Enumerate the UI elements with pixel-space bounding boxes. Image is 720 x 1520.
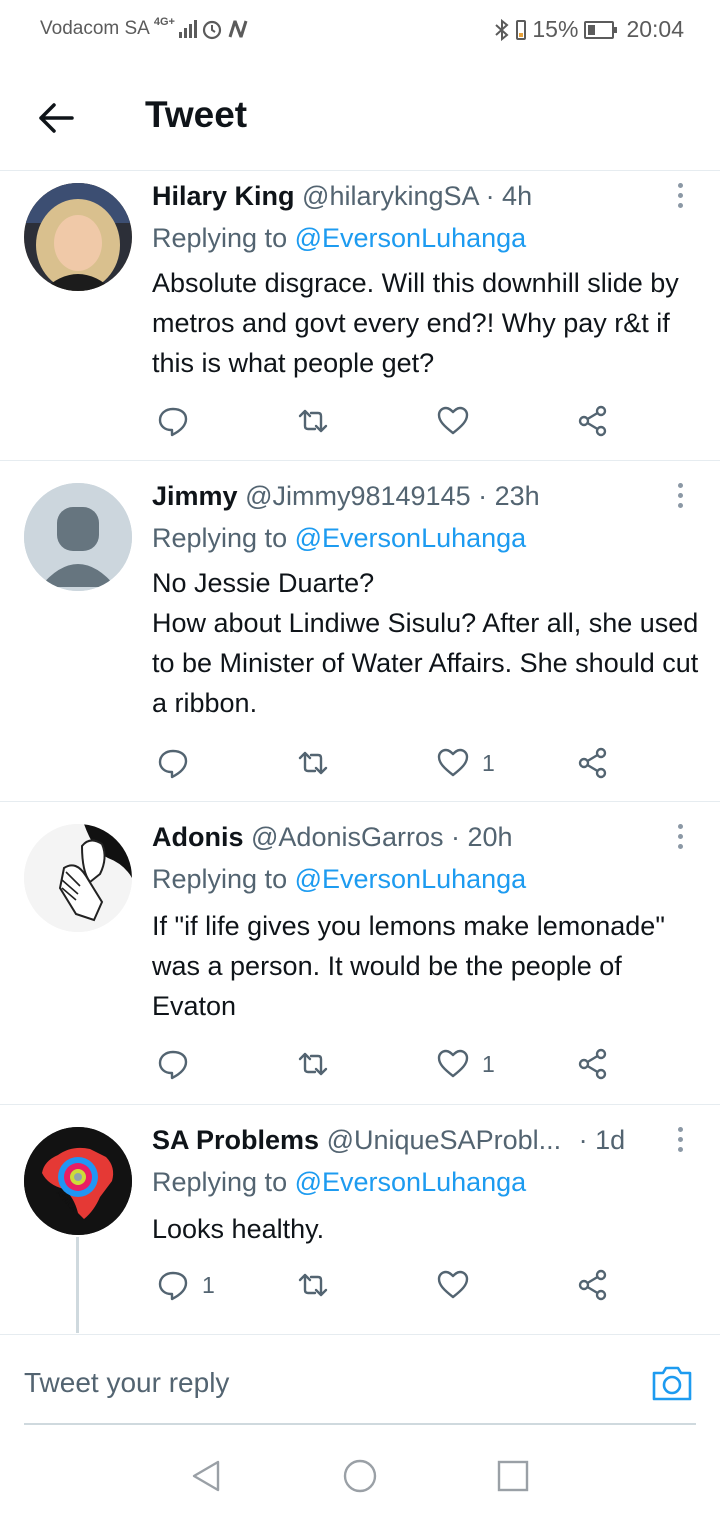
bluetooth-icon [495, 18, 509, 41]
reply-button[interactable] [156, 1044, 202, 1084]
share-button[interactable] [576, 401, 610, 441]
like-icon [437, 748, 469, 777]
share-icon [578, 405, 607, 437]
replying-to-link[interactable]: @EversonLuhanga [295, 223, 527, 253]
nav-home-icon[interactable] [342, 1458, 378, 1494]
like-button[interactable] [436, 401, 482, 441]
more-icon[interactable] [674, 1127, 686, 1157]
like-button[interactable] [436, 1265, 482, 1305]
reply-button[interactable] [156, 743, 202, 783]
share-icon [578, 1048, 607, 1080]
tweet-actions: 1 [152, 743, 622, 783]
reply-button[interactable]: 1 [156, 1265, 215, 1305]
replying-label: Replying to [152, 864, 288, 894]
share-button[interactable] [576, 743, 610, 783]
reply-button[interactable] [156, 401, 202, 441]
app-header: Tweet [0, 62, 720, 171]
tweet-time: · 4h [485, 181, 533, 211]
author-handle[interactable]: @AdonisGarros [251, 822, 443, 852]
author-handle[interactable]: @UniqueSAProbl... [327, 1125, 562, 1155]
reply-underline [24, 1423, 696, 1425]
status-bar: Vodacom SA 4G+ 15% 20:04 [0, 0, 720, 62]
replying-label: Replying to [152, 523, 288, 553]
reply-icon [158, 407, 188, 437]
avatar[interactable] [24, 824, 132, 932]
tweet-item[interactable]: Jimmy @Jimmy98149145 · 23h Replying to @… [0, 461, 720, 802]
author-handle[interactable]: @Jimmy98149145 [245, 481, 471, 511]
avatar[interactable] [24, 483, 132, 591]
like-count: 1 [482, 1050, 495, 1077]
author-name[interactable]: Jimmy [152, 481, 238, 511]
like-count: 1 [482, 749, 495, 776]
retweet-button[interactable] [296, 1265, 330, 1305]
avatar[interactable] [24, 183, 132, 291]
share-button[interactable] [576, 1044, 610, 1084]
like-button[interactable]: 1 [436, 1044, 495, 1084]
charging-icon [584, 20, 618, 39]
nav-back-icon[interactable] [188, 1458, 224, 1494]
system-nav-bar [0, 1432, 720, 1520]
tweet-text: Looks healthy. [152, 1214, 325, 1244]
retweet-icon [298, 1052, 328, 1076]
replying-label: Replying to [152, 223, 288, 253]
tweet-time: · 1d [578, 1125, 626, 1155]
tweet-actions: 1 [152, 1265, 622, 1305]
network-type: 4G+ [153, 16, 175, 28]
reply-icon [158, 1050, 188, 1080]
nav-recents-icon[interactable] [495, 1458, 531, 1494]
thread-connector [76, 1237, 79, 1333]
tweet-item[interactable]: AFRICA SA Problems @UniqueSAProbl... · 1… [0, 1105, 720, 1334]
nfc-icon [228, 20, 248, 38]
like-icon [437, 406, 469, 435]
back-arrow-icon[interactable] [34, 96, 78, 140]
tweet-text: No Jessie Duarte? How about Lindiwe Sisu… [152, 568, 699, 718]
tweet-actions [152, 401, 622, 441]
battery-icon [516, 19, 527, 40]
like-icon [437, 1049, 469, 1078]
retweet-button[interactable] [296, 1044, 330, 1084]
tweet-item[interactable]: Adonis @AdonisGarros · 20h Replying to @… [0, 802, 720, 1105]
alarm-icon [202, 20, 222, 40]
more-icon[interactable] [674, 483, 686, 513]
camera-icon[interactable] [650, 1361, 694, 1405]
reply-icon [158, 749, 188, 779]
retweet-button[interactable] [296, 743, 330, 783]
signal-icon [178, 20, 197, 38]
author-name[interactable]: Adonis [152, 822, 244, 852]
clock: 20:04 [626, 16, 684, 42]
tweet-time: · 20h [451, 822, 513, 852]
tweet-text: Absolute disgrace. Will this downhill sl… [152, 268, 679, 378]
retweet-icon [298, 1273, 328, 1297]
share-icon [578, 747, 607, 779]
battery-percent: 15% [532, 16, 579, 42]
tweet-time: · 23h [478, 481, 540, 511]
more-icon[interactable] [674, 183, 686, 213]
avatar[interactable]: AFRICA [24, 1127, 132, 1235]
author-name[interactable]: Hilary King [152, 181, 295, 211]
reply-input[interactable]: Tweet your reply [24, 1367, 229, 1399]
like-button[interactable]: 1 [436, 743, 495, 783]
retweet-icon [298, 409, 328, 433]
share-icon [578, 1269, 607, 1301]
replying-to-link[interactable]: @EversonLuhanga [295, 523, 527, 553]
replying-to-link[interactable]: @EversonLuhanga [295, 864, 527, 894]
replying-label: Replying to [152, 1167, 288, 1197]
reply-icon [158, 1271, 188, 1301]
share-button[interactable] [576, 1265, 610, 1305]
replying-to-link[interactable]: @EversonLuhanga [295, 1167, 527, 1197]
tweet-text: If "if life gives you lemons make lemona… [152, 911, 665, 1021]
like-icon [437, 1270, 469, 1299]
author-name[interactable]: SA Problems [152, 1125, 319, 1155]
retweet-button[interactable] [296, 401, 330, 441]
tweet-item[interactable]: Hilary King @hilarykingSA · 4h Replying … [0, 171, 720, 461]
tweet-actions: 1 [152, 1044, 622, 1084]
reply-composer: Tweet your reply [0, 1334, 720, 1431]
page-title: Tweet [145, 94, 248, 135]
retweet-icon [298, 751, 328, 775]
carrier-label: Vodacom SA [40, 18, 150, 39]
reply-count: 1 [202, 1271, 215, 1298]
more-icon[interactable] [674, 824, 686, 854]
author-handle[interactable]: @hilarykingSA [302, 181, 478, 211]
